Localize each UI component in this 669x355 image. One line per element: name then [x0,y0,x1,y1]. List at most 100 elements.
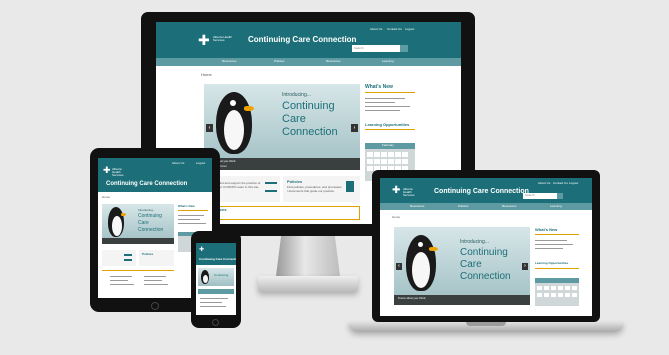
list-line[interactable] [200,306,226,307]
nav-item-4[interactable]: Learning [382,60,394,63]
nav-item-1[interactable]: Resources [222,60,236,63]
breadcrumb[interactable]: Home [201,73,212,77]
nav-item-3[interactable]: Resources [326,60,340,63]
whats-new-rule [178,210,208,211]
calendar-cell[interactable] [367,152,373,157]
calendar-cell[interactable] [388,159,394,164]
calendar-cell[interactable] [572,286,577,290]
list-line[interactable] [200,302,222,303]
slider-kicker: Introducing... [460,239,489,245]
penguin-belly [412,252,430,288]
calendar-cell[interactable] [537,293,542,297]
calendar-cell[interactable] [367,166,373,171]
search-icon[interactable] [557,193,563,199]
list-line[interactable] [110,284,134,285]
search-input[interactable]: Search [523,193,563,199]
slider-headline-1: Continuing [214,273,229,277]
top-link-about[interactable]: About Us [538,182,550,185]
penguin-beak [429,247,438,251]
nav-item-4[interactable]: Learning [550,205,562,208]
top-link-logout[interactable]: Logout [405,28,414,31]
policies-tile[interactable]: Policies Find policies, procedures, and … [283,176,360,202]
news-line[interactable] [535,240,567,241]
calendar-cell[interactable] [381,159,387,164]
breadcrumb[interactable]: Home [392,216,400,219]
calendar-cell[interactable] [395,159,401,164]
calendar-widget[interactable] [535,278,579,306]
nav-item-3[interactable]: Resources [502,205,516,208]
cross-logo-icon: ✚ [199,247,205,253]
slider-headline-3: Connection [138,227,164,233]
calendar-month: February [382,143,395,147]
list-line[interactable] [144,280,162,281]
laptop-header: ✚ Alberta Health Services Continuing Car… [380,178,592,203]
site-title: Continuing Care Connection [434,188,529,195]
slider-kicker: Introducing... [138,208,156,212]
search-icon[interactable] [400,45,408,52]
nav-item-2[interactable]: Policies [458,205,468,208]
list-line[interactable] [200,298,228,299]
calendar-cell[interactable] [551,293,556,297]
calendar-cell[interactable] [374,159,380,164]
phone-screen: ✚ Continuing Care Connection Continuing [196,243,236,315]
calendar-cell[interactable] [544,293,549,297]
breadcrumb[interactable]: Home [102,196,110,199]
calendar-cell[interactable] [565,286,570,290]
site-title: Continuing Care Connection [199,257,236,261]
support-tile[interactable] [102,250,136,266]
monitor-stand-base [258,276,358,292]
slider-headline-2: Care [460,259,482,270]
top-link-about[interactable]: About Us [172,162,184,165]
calendar-cell[interactable] [367,159,373,164]
news-line[interactable] [178,223,206,224]
top-link-contact[interactable]: Contact Us [553,182,568,185]
penguin-beak [121,213,126,216]
calendar-cell[interactable] [381,152,387,157]
calendar-cell[interactable] [558,293,563,297]
top-link-contact[interactable]: Contact Us [387,28,402,31]
news-line[interactable] [365,106,410,107]
calendar-cell[interactable] [395,152,401,157]
list-line[interactable] [110,280,128,281]
calendar-cell[interactable] [551,286,556,290]
list-line[interactable] [144,276,166,277]
news-line[interactable] [535,248,563,249]
arrow-left-icon[interactable]: ‹ [396,263,402,270]
arrow-right-icon[interactable]: › [351,124,358,132]
calendar-cell[interactable] [565,293,570,297]
nav-item-2[interactable]: Policies [274,60,284,63]
calendar-cell[interactable] [572,293,577,297]
list-icon [265,182,277,192]
news-line[interactable] [178,215,204,216]
hero-slider: Introducing... Continuing Care Connectio… [102,204,174,244]
arrow-right-icon[interactable]: › [522,263,528,270]
hero-slider: Continuing [198,268,234,286]
news-line[interactable] [365,98,405,99]
laptop-notch [466,322,506,326]
calendar-cell[interactable] [374,152,380,157]
news-line[interactable] [365,110,400,111]
slider-caption-bar [102,238,174,244]
phone-menu-item[interactable] [198,289,234,294]
top-link-about[interactable]: About Us [370,28,382,31]
policies-tile[interactable]: Policies [139,250,174,266]
calendar-header [535,278,579,283]
list-line[interactable] [144,284,168,285]
search-input[interactable]: Search [352,45,408,52]
calendar-cell[interactable] [544,286,549,290]
top-link-logout[interactable]: Logout [196,162,205,165]
list-line[interactable] [110,276,132,277]
arrow-left-icon[interactable]: ‹ [206,124,213,132]
news-line[interactable] [365,102,395,103]
main-nav: Resources Policies Resources Learning [380,203,592,210]
calendar-cell[interactable] [537,286,542,290]
news-line[interactable] [178,219,200,220]
calendar-cell[interactable] [402,159,408,164]
top-link-logout[interactable]: Logout [569,182,578,185]
calendar-cell[interactable] [558,286,563,290]
calendar-cell[interactable] [388,152,394,157]
calendar-cell[interactable] [402,152,408,157]
nav-item-1[interactable]: Resources [410,205,424,208]
news-line[interactable] [535,244,573,245]
site-title: Continuing Care Connection [248,35,357,44]
